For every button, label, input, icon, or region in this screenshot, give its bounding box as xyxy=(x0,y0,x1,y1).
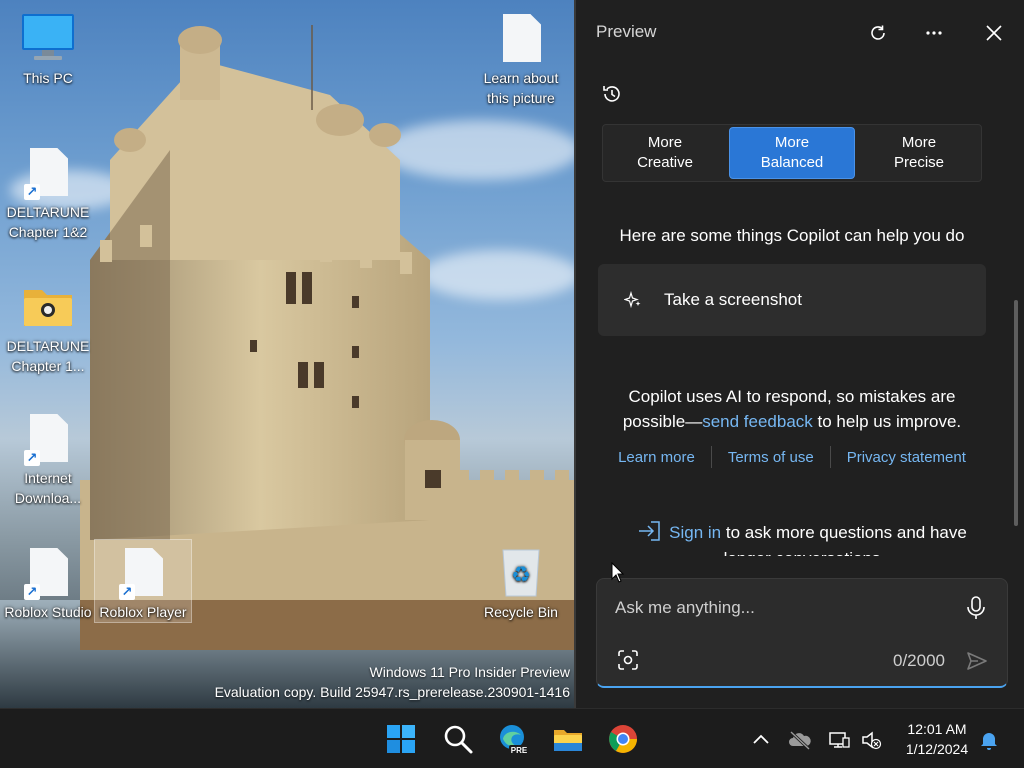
desktop-icon-deltarune-chapter-1-2[interactable]: ↗ DELTARUNE Chapter 1&2 xyxy=(0,144,96,242)
footer-links: Learn more Terms of use Privacy statemen… xyxy=(596,446,988,468)
sign-in-link[interactable]: Sign in xyxy=(669,523,721,542)
mode-more-balanced[interactable]: More Balanced xyxy=(729,127,855,179)
onedrive-offline-icon[interactable] xyxy=(788,729,812,751)
history-button[interactable] xyxy=(600,82,624,106)
network-icon[interactable] xyxy=(828,729,850,751)
pane-title: Preview xyxy=(596,22,657,41)
sign-in-text: to ask more questions and have longer co… xyxy=(724,523,967,556)
learn-more-link[interactable]: Learn more xyxy=(618,449,695,466)
scrollbar[interactable] xyxy=(1014,300,1018,526)
desktop-icon-label: DELTARUNE Chapter 1&2 xyxy=(6,204,90,240)
desktop-icon-label: This PC xyxy=(23,70,73,86)
edge-badge: PRE xyxy=(511,746,528,755)
divider xyxy=(710,446,712,468)
desktop-icon-roblox-studio[interactable]: ↗ Roblox Studio xyxy=(0,544,96,622)
volume-muted-icon[interactable] xyxy=(860,729,882,751)
desktop-icon-this-pc[interactable]: This PC xyxy=(0,10,96,88)
shortcut-arrow-icon: ↗ xyxy=(24,584,40,600)
desktop-icon-label: Internet Downloa... xyxy=(14,470,82,506)
help-heading: Here are some things Copilot can help yo… xyxy=(619,226,965,245)
conversation-style-selector: More Creative More Balanced More Precise xyxy=(602,124,982,182)
desktop-icon-internet-download[interactable]: ↗ Internet Downloa... xyxy=(0,410,96,508)
recycle-bin-icon: ♻ xyxy=(493,544,549,600)
more-options-button[interactable] xyxy=(921,20,947,46)
close-icon xyxy=(986,25,1002,41)
character-counter: 0/2000 xyxy=(893,651,945,670)
shortcut-arrow-icon: ↗ xyxy=(24,450,40,466)
desktop-icon-deltarune-chapter-1[interactable]: DELTARUNE Chapter 1... xyxy=(0,278,96,376)
close-button[interactable] xyxy=(981,20,1007,46)
ask-box: 0/2000 xyxy=(596,578,1008,688)
send-feedback-link[interactable]: send feedback xyxy=(702,412,813,431)
mouse-cursor-icon xyxy=(611,562,625,583)
document-shortcut-icon: ↗ xyxy=(115,544,171,600)
desktop-icon-label: Roblox Studio xyxy=(4,604,92,620)
file-explorer-icon[interactable] xyxy=(552,723,584,755)
mode-more-creative[interactable]: More Creative xyxy=(603,125,727,181)
sign-in-icon xyxy=(639,521,660,541)
suggestion-label: Take a screenshot xyxy=(664,290,802,309)
desktop-icon-label: Learn about this picture xyxy=(483,70,559,106)
shortcut-arrow-icon: ↗ xyxy=(24,184,40,200)
monitor-icon xyxy=(20,10,76,66)
terms-of-use-link[interactable]: Terms of use xyxy=(728,449,814,466)
copilot-pane: Preview More Creative More Balanced More… xyxy=(574,0,1024,708)
ai-disclaimer: Copilot uses AI to respond, so mistakes … xyxy=(596,384,988,434)
shortcut-arrow-icon: ↗ xyxy=(119,584,135,600)
sparkle-icon xyxy=(624,291,641,309)
edge-preview-icon[interactable]: PRE xyxy=(497,723,529,755)
document-shortcut-icon: ↗ xyxy=(20,144,76,200)
clock-date: 1/12/2024 xyxy=(905,741,969,757)
start-button-windows-icon[interactable] xyxy=(385,723,417,755)
clock[interactable]: 12:01 AM 1/12/2024 xyxy=(892,719,982,759)
watermark-line: Evaluation copy. Build 25947.rs_prerelea… xyxy=(214,684,570,700)
send-icon[interactable] xyxy=(965,649,989,673)
microphone-icon[interactable] xyxy=(965,595,987,621)
refresh-icon xyxy=(871,25,885,40)
chrome-icon[interactable] xyxy=(607,723,639,755)
clock-time: 12:01 AM xyxy=(907,721,967,737)
taskbar: PRE 12:01 AM 1/12/2024 xyxy=(0,708,1024,768)
desktop-icon-learn-about-picture[interactable]: Learn about this picture xyxy=(473,10,569,108)
document-shortcut-icon: ↗ xyxy=(20,544,76,600)
document-shortcut-icon: ↗ xyxy=(20,410,76,466)
desktop-icon-roblox-player[interactable]: ↗ Roblox Player xyxy=(94,539,192,623)
watermark-line: Windows 11 Pro Insider Preview xyxy=(369,664,570,680)
suggestion-take-screenshot[interactable]: Take a screenshot xyxy=(598,264,986,336)
desktop-icon-label: Roblox Player xyxy=(99,604,187,620)
ellipsis-icon xyxy=(926,31,942,35)
desktop-icon-label: DELTARUNE Chapter 1... xyxy=(6,338,90,374)
mode-more-precise[interactable]: More Precise xyxy=(857,125,981,181)
ask-input[interactable] xyxy=(615,595,945,621)
divider xyxy=(829,446,831,468)
desktop-icon-label: Recycle Bin xyxy=(484,604,558,620)
history-icon xyxy=(603,86,620,102)
windows-watermark: Windows 11 Pro Insider Preview Evaluatio… xyxy=(215,662,570,702)
disclaimer-text: to help us improve. xyxy=(812,412,962,431)
document-icon xyxy=(493,10,549,66)
refresh-button[interactable] xyxy=(865,20,891,46)
sign-in-prompt: Sign in to ask more questions and have l… xyxy=(616,520,988,556)
chevron-up-icon[interactable] xyxy=(750,729,772,751)
privacy-statement-link[interactable]: Privacy statement xyxy=(847,449,966,466)
folder-icon xyxy=(20,278,76,334)
search-icon[interactable] xyxy=(442,723,474,755)
screenshot-icon[interactable] xyxy=(617,649,639,671)
desktop: This PC Learn about this picture ↗ DELTA… xyxy=(0,0,574,708)
svg-text:♻: ♻ xyxy=(511,563,531,588)
desktop-icon-recycle-bin[interactable]: ♻ Recycle Bin xyxy=(473,544,569,622)
notification-bell-icon[interactable] xyxy=(978,729,1000,751)
